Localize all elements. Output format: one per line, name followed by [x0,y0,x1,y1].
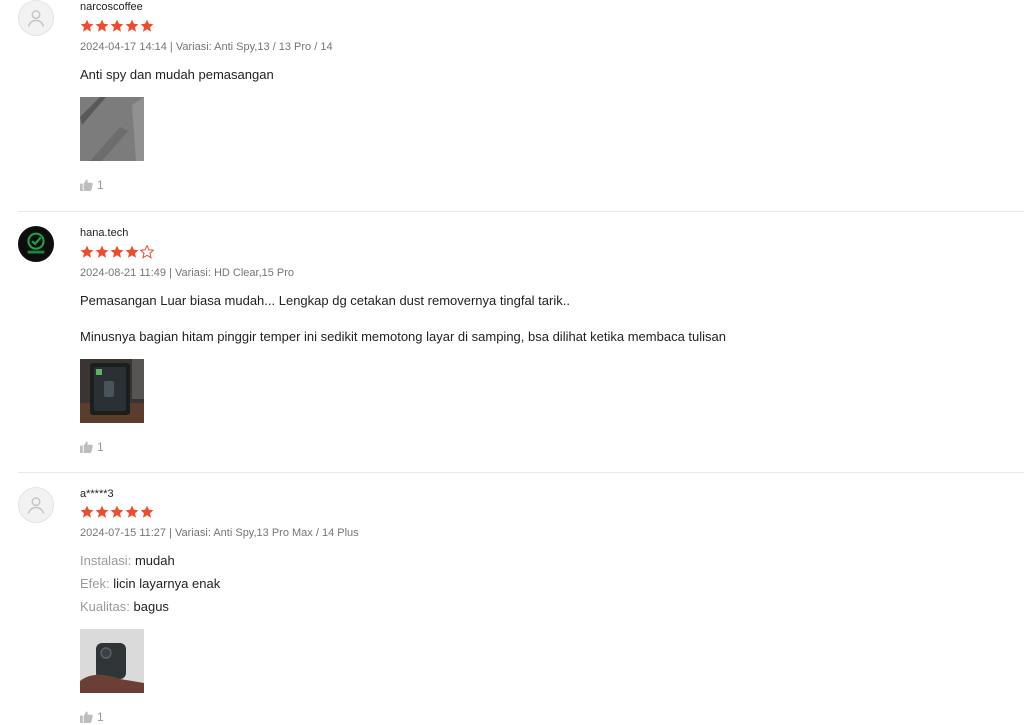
meta-separator: | [169,267,172,279]
review-text-second-paragraph: Minusnya bagian hitam pinggir temper ini… [80,329,726,344]
star-filled-icon [125,245,139,258]
meta-separator: | [169,41,173,53]
reviewer-name: a*****3 [80,488,114,500]
review-photo-image [80,97,144,161]
star-filled-icon [80,19,94,32]
star-filled-icon [80,245,94,258]
attribute-value: bagus [133,599,169,614]
shop-logo-icon [19,227,53,261]
like-button[interactable]: 1 [80,440,104,454]
avatar[interactable] [18,226,54,262]
review-meta: 2024-08-21 11:49 | Variasi: HD Clear,15 … [80,267,294,279]
thumbs-up-icon [80,179,93,191]
reviewer-name: narcoscoffee [80,1,143,13]
review-attribute: Efek: licin layarnya enak [80,576,220,591]
thumbs-up-icon [80,711,93,723]
review-text: Anti spy dan mudah pemasangan [80,67,274,82]
attribute-value: mudah [134,553,175,568]
star-filled-icon [110,505,124,518]
review-text: Pemasangan Luar biasa mudah... Lengkap d… [80,293,570,308]
star-filled-icon [95,245,109,258]
like-count: 1 [97,178,104,192]
review-variation: Variasi: Anti Spy,13 Pro Max / 14 Plus [175,527,359,539]
review-variation: Variasi: HD Clear,15 Pro [175,267,295,279]
star-empty-icon [140,245,154,259]
star-filled-icon [140,505,154,518]
user-icon [27,10,45,27]
avatar[interactable] [18,0,54,36]
like-count: 1 [97,440,104,454]
attribute-label: Instalasi: [80,553,132,568]
review-photo-image [80,629,144,693]
review-meta: 2024-04-17 14:14 | Variasi: Anti Spy,13 … [80,41,333,53]
review-divider [18,211,1024,212]
review-variation: Variasi: Anti Spy,13 / 13 Pro / 14 [175,41,333,53]
star-filled-icon [80,505,94,518]
review-date: 2024-07-15 11:27 [80,527,167,539]
like-button[interactable]: 1 [80,710,104,724]
star-filled-icon [140,19,154,32]
meta-separator: | [169,527,172,539]
rating-stars [80,19,154,33]
attribute-label: Efek: [80,576,110,591]
like-button[interactable]: 1 [80,178,104,192]
review-attribute: Kualitas: bagus [80,599,169,614]
reviewer-name: hana.tech [80,227,129,239]
attribute-value: licin layarnya enak [113,576,221,591]
star-filled-icon [125,505,139,518]
avatar[interactable] [18,487,54,523]
review-date: 2024-08-21 11:49 [80,267,167,279]
thumbs-up-icon [80,441,93,453]
review-divider [18,472,1024,473]
rating-stars [80,505,154,519]
star-filled-icon [110,245,124,258]
star-filled-icon [110,19,124,32]
like-count: 1 [97,710,104,724]
review-attribute: Instalasi: mudah [80,553,175,568]
star-filled-icon [95,505,109,518]
review-meta: 2024-07-15 11:27 | Variasi: Anti Spy,13 … [80,527,359,539]
review-date: 2024-04-17 14:14 [80,41,167,53]
star-filled-icon [95,19,109,32]
user-icon [27,497,45,514]
review-photo[interactable] [80,629,144,693]
rating-stars [80,245,154,259]
review-photo[interactable] [80,359,144,423]
review-photo[interactable] [80,97,144,161]
attribute-label: Kualitas: [80,599,130,614]
star-filled-icon [125,19,139,32]
review-photo-image [80,359,144,423]
